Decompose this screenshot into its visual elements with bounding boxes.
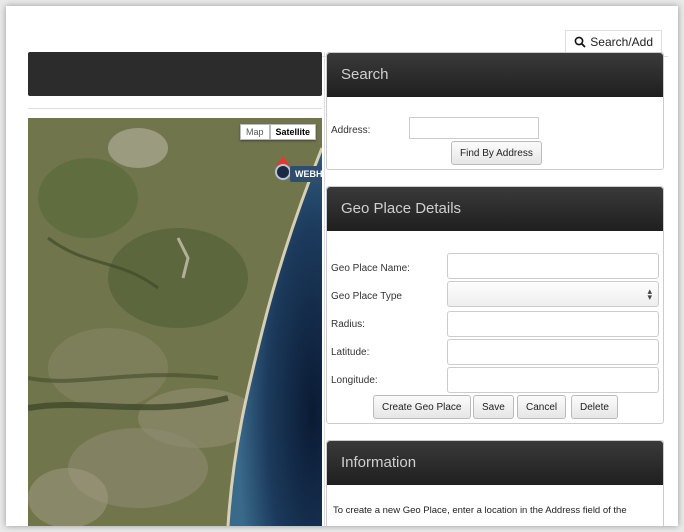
geo-place-name-input[interactable]: [447, 253, 659, 279]
save-button[interactable]: Save: [473, 395, 514, 419]
geo-place-name-label: Geo Place Name:: [331, 263, 410, 274]
app-frame: Search/Add Map Satellite WEBH Search Add…: [6, 6, 678, 526]
address-label: Address:: [331, 125, 371, 136]
geo-place-type-select[interactable]: ▴ ▾: [447, 281, 659, 307]
search-panel: Search Address: Find By Address: [326, 52, 664, 170]
information-panel: Information To create a new Geo Place, e…: [326, 440, 664, 526]
search-panel-title: Search: [327, 53, 663, 97]
address-input[interactable]: [409, 117, 539, 139]
column-divider: [324, 52, 325, 526]
details-panel-title: Geo Place Details: [327, 187, 663, 231]
search-add-label: Search/Add: [590, 35, 653, 49]
radius-input[interactable]: [447, 311, 659, 337]
latitude-input[interactable]: [447, 339, 659, 365]
create-geo-place-button[interactable]: Create Geo Place: [373, 395, 471, 419]
map-type-satellite-button[interactable]: Satellite: [269, 124, 317, 140]
map-header-bar: [28, 52, 322, 96]
geo-place-type-label: Geo Place Type: [331, 291, 402, 302]
latitude-label: Latitude:: [331, 347, 370, 358]
divider: [28, 108, 322, 109]
search-add-tab[interactable]: Search/Add: [565, 30, 662, 53]
search-icon: [574, 36, 586, 48]
cancel-button[interactable]: Cancel: [517, 395, 567, 419]
information-panel-title: Information: [327, 441, 663, 485]
marker-label: WEBH: [290, 166, 322, 182]
information-text: To create a new Geo Place, enter a locat…: [333, 505, 627, 516]
satellite-map[interactable]: Map Satellite WEBH: [28, 118, 322, 526]
find-by-address-button[interactable]: Find By Address: [451, 141, 542, 165]
map-type-map-button[interactable]: Map: [240, 124, 270, 140]
radius-label: Radius:: [331, 319, 365, 330]
geo-place-details-panel: Geo Place Details Geo Place Name: Geo Pl…: [326, 186, 664, 424]
longitude-label: Longitude:: [331, 375, 378, 386]
map-type-toggle: Map Satellite: [240, 124, 317, 140]
select-arrows-icon: ▴ ▾: [647, 286, 652, 302]
longitude-input[interactable]: [447, 367, 659, 393]
delete-button[interactable]: Delete: [571, 395, 618, 419]
